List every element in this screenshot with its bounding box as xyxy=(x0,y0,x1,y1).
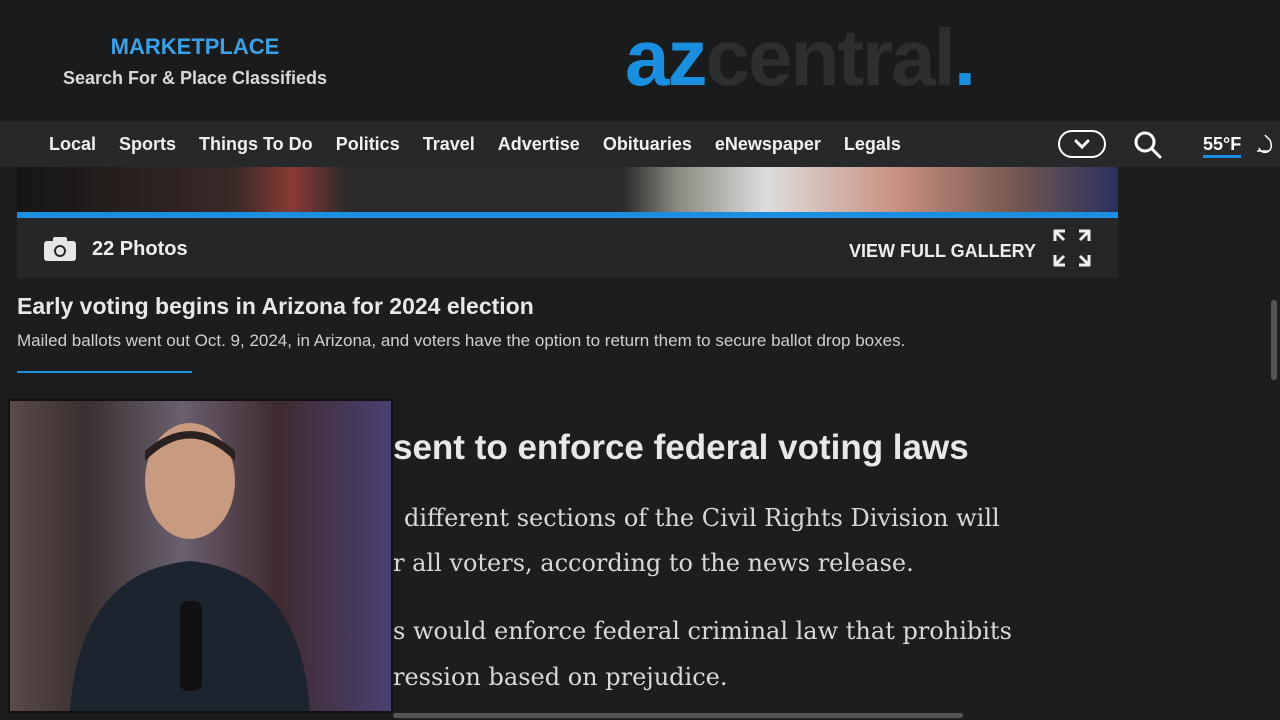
caption-divider xyxy=(17,371,192,373)
article-paragraph-line: r all voters, according to the news rele… xyxy=(393,549,914,577)
horizontal-scrollbar[interactable] xyxy=(393,713,963,718)
main-nav: Local Sports Things To Do Politics Trave… xyxy=(0,121,1280,167)
nav-things-to-do[interactable]: Things To Do xyxy=(199,134,313,155)
expand-icon[interactable] xyxy=(1053,229,1091,267)
nav-obituaries[interactable]: Obituaries xyxy=(603,134,692,155)
nav-politics[interactable]: Politics xyxy=(336,134,400,155)
site-header: MARKETPLACE Search For & Place Classifie… xyxy=(0,0,1280,120)
weather-icon xyxy=(1257,134,1273,154)
gallery-caption-title: Early voting begins in Arizona for 2024 … xyxy=(17,293,534,319)
article-heading: sent to enforce federal voting laws xyxy=(393,428,969,467)
more-dropdown-button[interactable] xyxy=(1058,130,1106,158)
view-full-gallery-button[interactable]: VIEW FULL GALLERY xyxy=(849,241,1036,262)
nav-travel[interactable]: Travel xyxy=(423,134,475,155)
chevron-down-icon xyxy=(1074,139,1090,150)
marketplace-subtitle[interactable]: Search For & Place Classifieds xyxy=(0,68,390,89)
nav-advertise[interactable]: Advertise xyxy=(498,134,580,155)
weather-temperature[interactable]: 55°F xyxy=(1203,134,1242,158)
nav-enewspaper[interactable]: eNewspaper xyxy=(715,134,821,155)
azcentral-logo[interactable]: azcentral. xyxy=(625,12,976,104)
marketplace-link[interactable]: MARKETPLACE xyxy=(0,34,390,60)
article-paragraph-line: s would enforce federal criminal law tha… xyxy=(393,617,1012,645)
article-paragraph-line: different sections of the Civil Rights D… xyxy=(404,504,1000,532)
nav-legals[interactable]: Legals xyxy=(844,134,901,155)
camera-icon xyxy=(44,237,76,261)
vertical-scrollbar[interactable] xyxy=(1271,300,1277,380)
search-icon[interactable] xyxy=(1133,130,1163,160)
nav-sports[interactable]: Sports xyxy=(119,134,176,155)
presenter-video xyxy=(70,423,310,711)
gallery-caption-text: Mailed ballots went out Oct. 9, 2024, in… xyxy=(17,331,906,350)
article-paragraph-line: ression based on prejudice. xyxy=(393,663,728,691)
webcam-overlay xyxy=(8,399,393,713)
photo-count: 22 Photos xyxy=(92,238,188,260)
gallery-bar: 22 Photos VIEW FULL GALLERY xyxy=(17,218,1118,278)
gallery-image[interactable] xyxy=(17,167,1118,212)
nav-local[interactable]: Local xyxy=(49,134,96,155)
